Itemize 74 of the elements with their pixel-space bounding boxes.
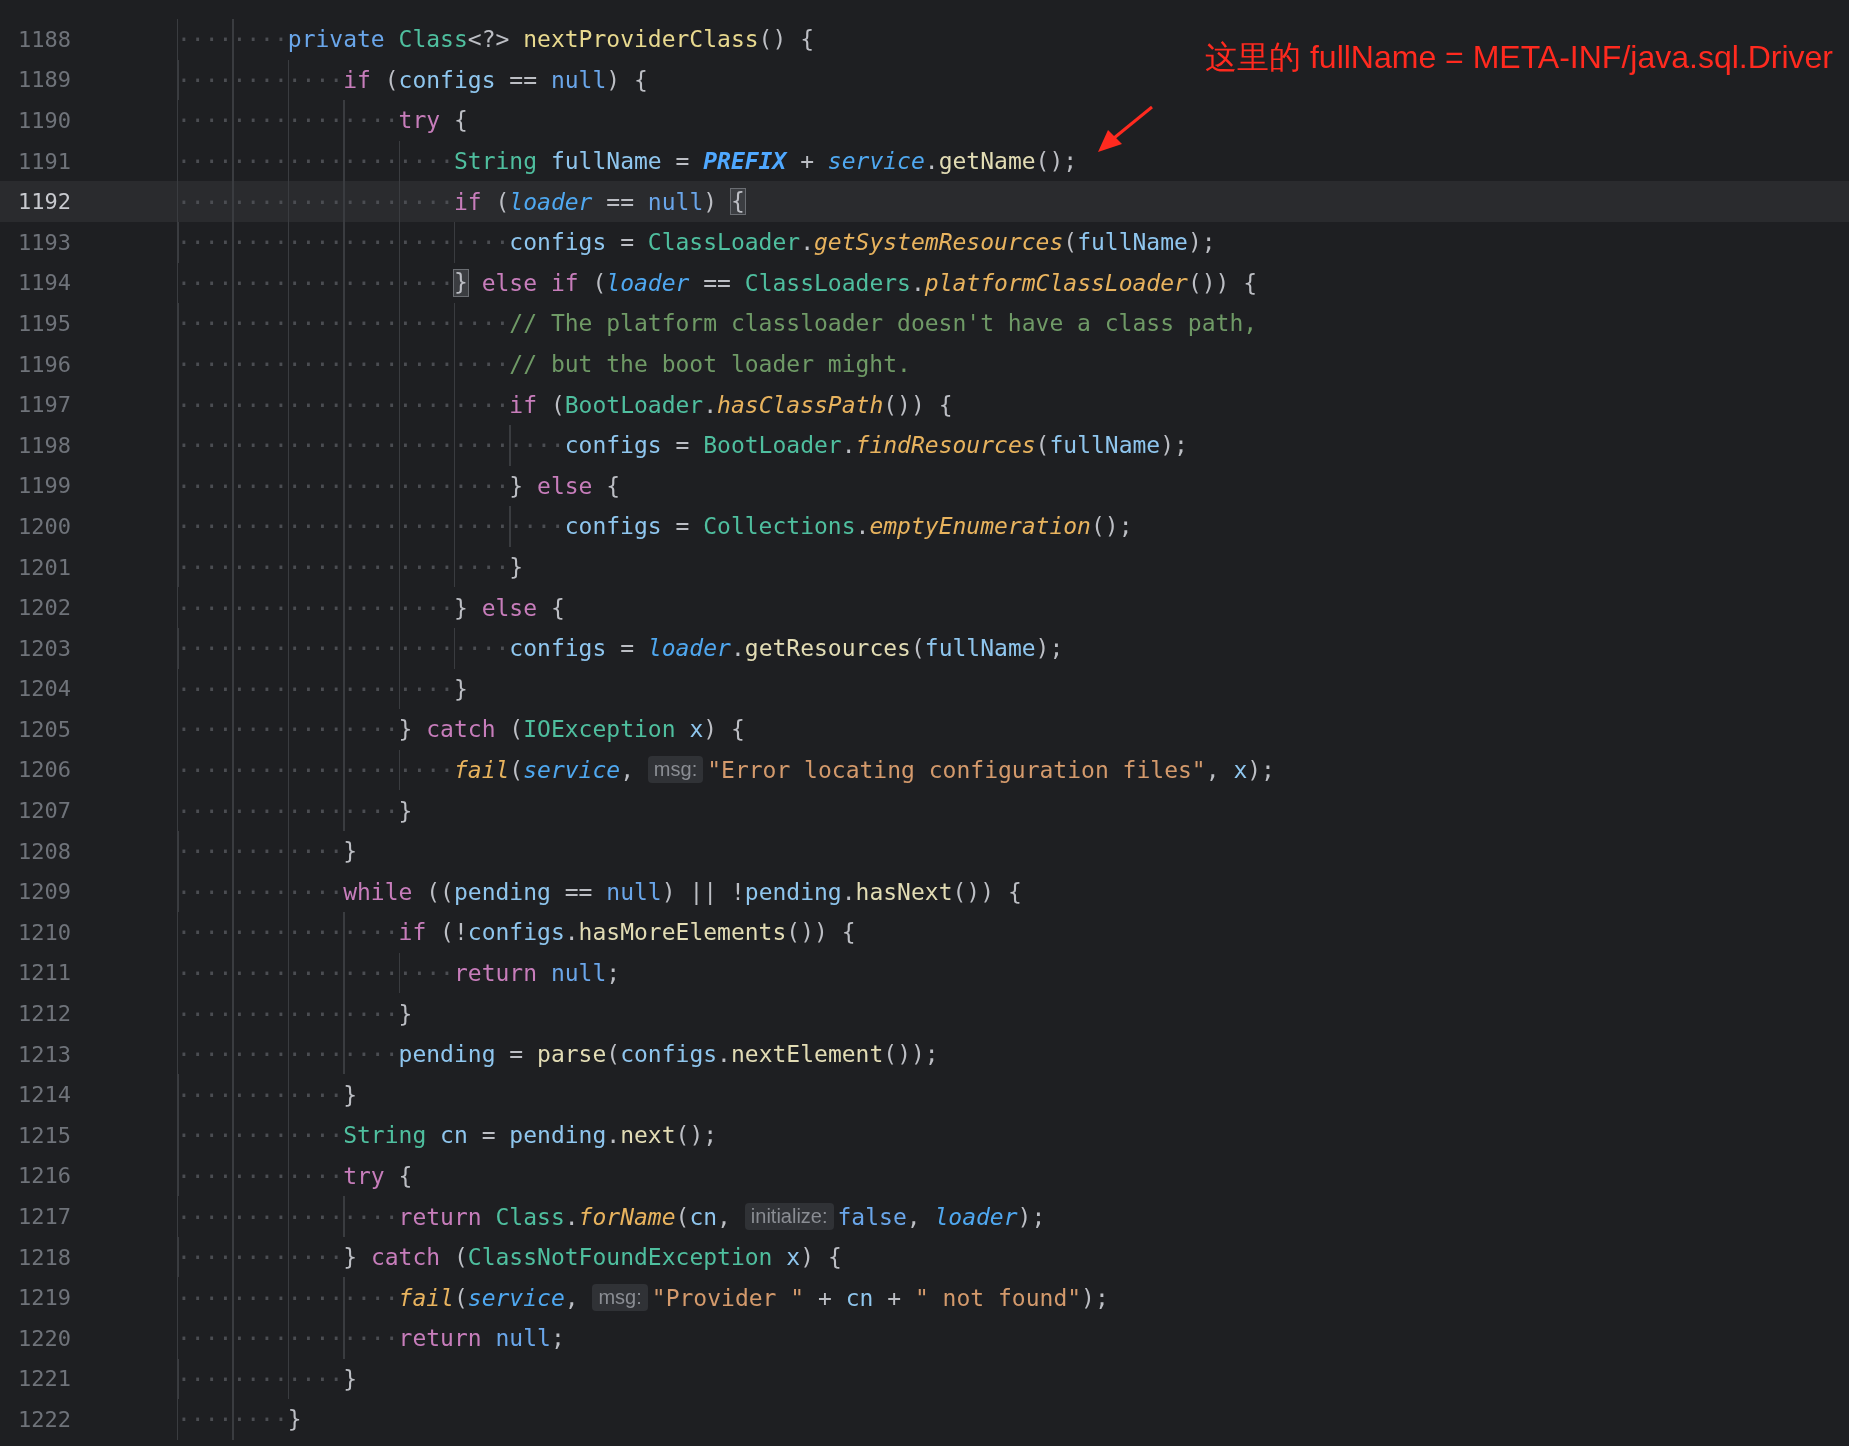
line-number: 1198	[17, 432, 72, 458]
code-text: ························configs = ClassLoader.getSystemResources(fullName);	[177, 221, 1216, 263]
line-number: 1191	[17, 148, 72, 174]
code-text: ························// The platform classloader doesn't have a class path,	[177, 303, 1258, 344]
line-number: 1203	[17, 635, 72, 661]
line-number: 1195	[17, 310, 72, 336]
annotation-arrow	[1098, 105, 1153, 152]
line-number: 1201	[17, 554, 72, 580]
code-text: ············if (configs == null) {	[177, 59, 648, 101]
line-number: 1190	[17, 108, 72, 133]
line-number: 1221	[17, 1366, 72, 1392]
line-number: 1206	[17, 757, 72, 783]
line-number: 1219	[17, 1285, 72, 1311]
code-text: ················pending = parse(configs.nextElement());	[177, 1033, 939, 1075]
line-number: 1197	[17, 392, 72, 418]
code-text: ····························configs = Collections.emptyEnumeration();	[177, 506, 1133, 547]
code-text: ························}	[177, 546, 524, 588]
line-number: 1189	[17, 67, 72, 93]
code-text: ························if (BootLoader.hasClassPath()) {	[177, 384, 953, 425]
code-text: ····························configs = BootLoader.findResources(fullName);	[177, 424, 1188, 466]
parameter-hint: msg:	[647, 756, 704, 784]
line-number: 1204	[17, 676, 72, 702]
line-number: 1212	[17, 1001, 72, 1027]
code-text: ························} else {	[177, 465, 621, 507]
code-text: ············} catch (ClassNotFoundException x) {	[177, 1236, 842, 1278]
code-text: "Provider " + cn + " not found");	[651, 1283, 1109, 1313]
line-number: 1211	[17, 960, 72, 986]
line-number: 1222	[17, 1407, 72, 1432]
code-text: ················if (!configs.hasMoreElements()) {	[177, 912, 856, 953]
line-number: 1193	[17, 229, 72, 255]
line-number: 1208	[17, 838, 72, 864]
code-text: ········}	[177, 1399, 302, 1440]
line-number: 1205	[17, 716, 72, 742]
code-text: ················} catch (IOException x) {	[177, 709, 745, 750]
line-number: 1213	[17, 1041, 72, 1067]
code-text: false, loader);	[837, 1202, 1046, 1232]
code-text: ····················} else if (loader == ClassLoaders.platformClassLoader()) {	[177, 262, 1258, 304]
annotation-text: 这里的 fullName = META-INF/java.sql.Driver	[1205, 38, 1833, 77]
line-number: 1192	[17, 189, 72, 215]
code-text: ························// but the boot loader might.	[177, 343, 911, 385]
line-number: 1217	[17, 1204, 72, 1229]
line-number: 1199	[17, 473, 72, 499]
code-text: ····················String fullName = PREFIX + service.getName();	[177, 140, 1078, 182]
line-number: 1209	[17, 879, 72, 905]
code-text: ················}	[177, 993, 413, 1034]
code-text: ············while ((pending == null) || !pending.hasNext()) {	[177, 871, 1022, 913]
line-number: 1207	[17, 798, 72, 824]
line-number: 1194	[17, 270, 72, 296]
code-text: ····················} else {	[177, 587, 565, 628]
code-text: ············}	[177, 830, 358, 872]
line-number: 1202	[17, 595, 72, 621]
code-text: ············}	[177, 1358, 358, 1400]
code-text: ························configs = loader.getResources(fullName);	[177, 627, 1064, 669]
code-text: ········private Class<?> nextProviderClass() {	[177, 19, 814, 60]
line-number: 1215	[17, 1122, 72, 1148]
line-number: 1196	[17, 351, 72, 377]
parameter-hint: msg:	[592, 1284, 648, 1312]
code-text: ················try {	[177, 100, 468, 141]
line-number: 1210	[17, 919, 72, 945]
code-text: ················return Class.forName(cn,	[177, 1196, 745, 1237]
line-number: 1188	[17, 26, 72, 52]
line-number: 1218	[17, 1244, 72, 1270]
code-text: ····················if (loader == null) {	[177, 181, 745, 222]
code-text: ············}	[177, 1074, 358, 1116]
code-text: ················}	[177, 790, 413, 831]
code-text: ············try {	[177, 1155, 413, 1197]
line-number: 1220	[17, 1325, 72, 1351]
code-text: ····················}	[177, 668, 468, 710]
parameter-hint: initialize:	[744, 1203, 834, 1230]
line-number: 1214	[17, 1082, 72, 1108]
code-text: "Error locating configuration files", x);	[707, 756, 1275, 785]
code-text: ············String cn = pending.next();	[177, 1115, 718, 1156]
line-number: 1216	[17, 1163, 72, 1189]
line-number: 1200	[17, 513, 72, 539]
